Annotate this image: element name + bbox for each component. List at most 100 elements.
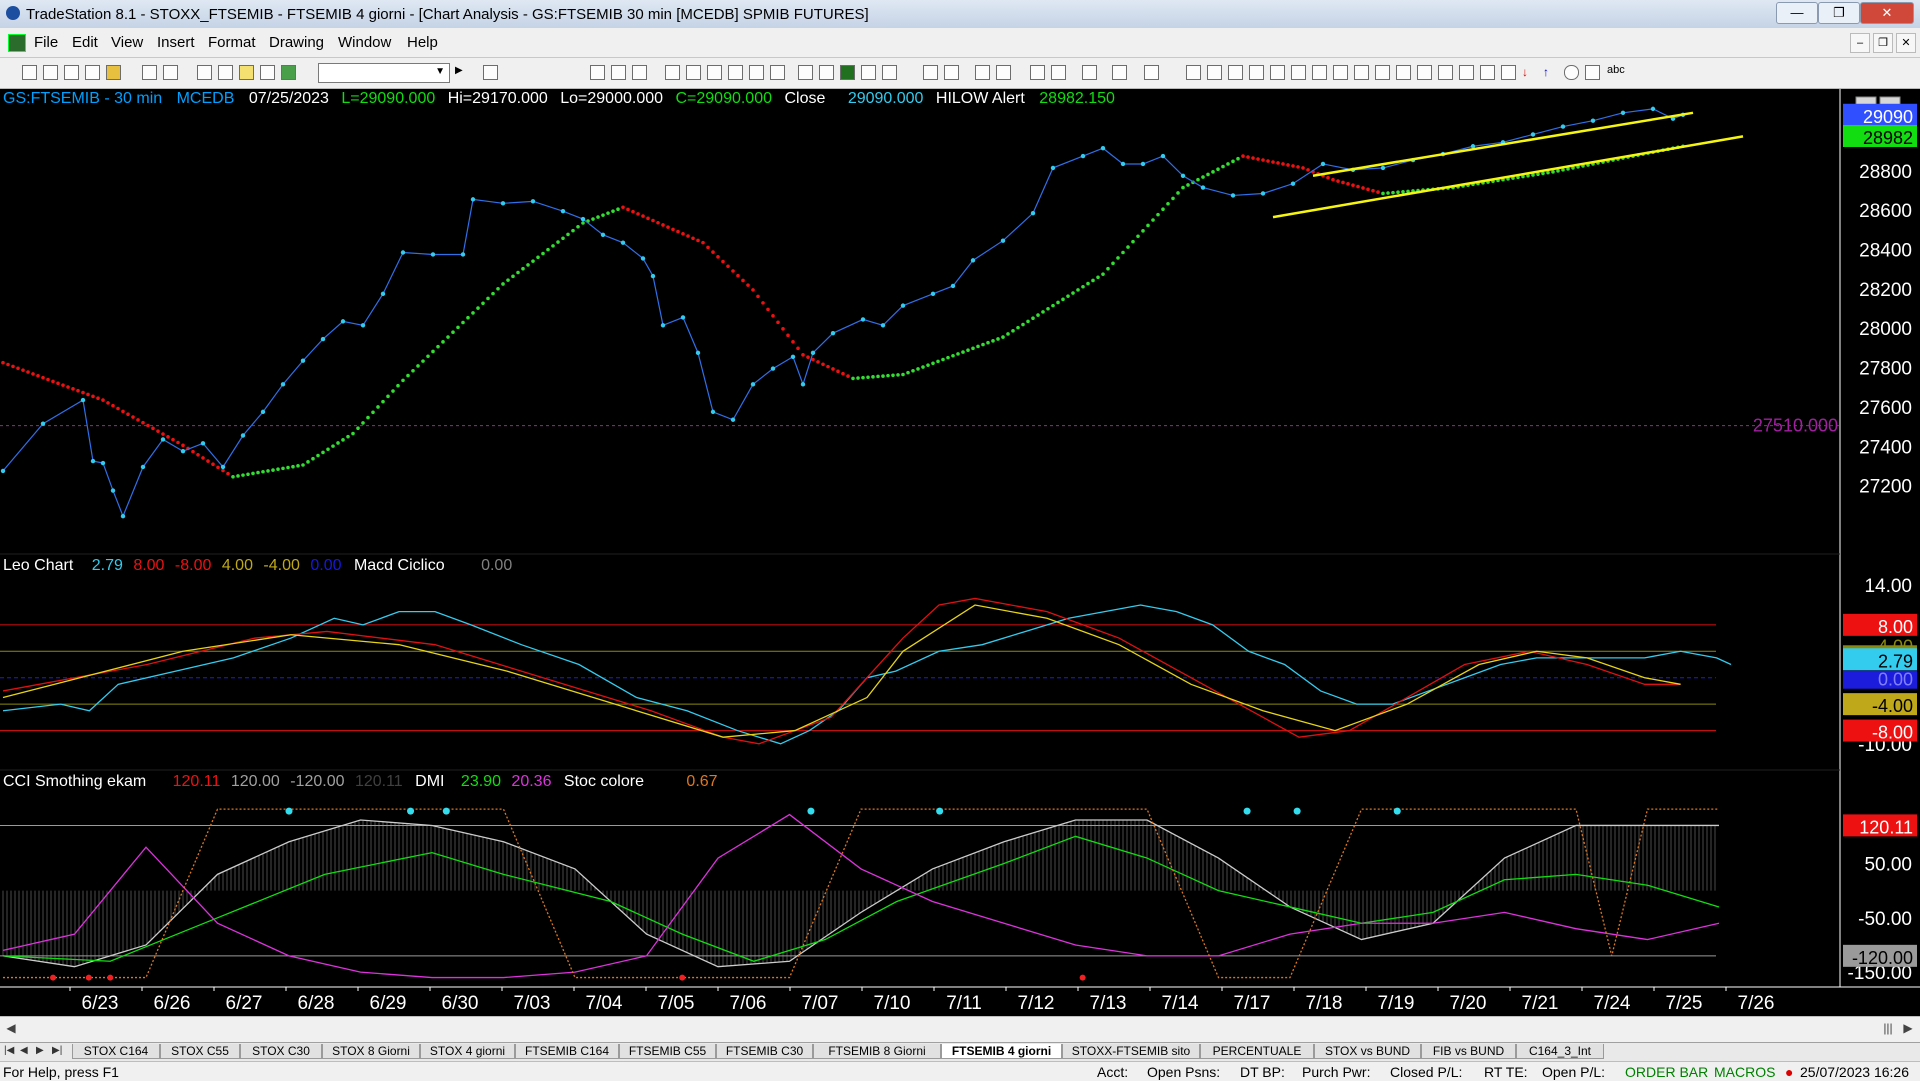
copy-icon[interactable] <box>85 65 100 80</box>
chart-analysis-icon[interactable] <box>749 65 764 80</box>
scroll-left-arrow-icon[interactable]: ◀ <box>3 1021 19 1037</box>
ellipse-icon[interactable] <box>1564 65 1579 80</box>
vertical-lines-icon[interactable] <box>1207 65 1222 80</box>
speed-lines-icon[interactable] <box>1270 65 1285 80</box>
pointer-icon[interactable] <box>1030 65 1045 80</box>
tab-stox-4-giorni[interactable]: STOX 4 giorni <box>420 1044 515 1059</box>
menu-format[interactable]: Format <box>208 34 256 51</box>
scroll-right-icon[interactable] <box>944 65 959 80</box>
minimize-button[interactable]: — <box>1776 2 1818 24</box>
arrow-up-icon[interactable]: ↑ <box>1543 65 1556 79</box>
fib-fan-icon[interactable] <box>1480 65 1495 80</box>
tab-ftsemib-4-giorni[interactable]: FTSEMIB 4 giorni <box>941 1044 1062 1059</box>
text-tool-icon[interactable]: abc <box>1607 64 1625 76</box>
symbol-dropdown[interactable]: ▼ <box>318 63 450 83</box>
tab-stox-vs-bund[interactable]: STOX vs BUND <box>1314 1044 1421 1059</box>
tab-stox-8-giorni[interactable]: STOX 8 Giorni <box>322 1044 420 1059</box>
menu-window[interactable]: Window <box>338 34 391 51</box>
menu-file[interactable]: File <box>34 34 58 51</box>
time-sales-icon[interactable] <box>819 65 834 80</box>
tab-stox-c30[interactable]: STOX C30 <box>240 1044 322 1059</box>
menu-edit[interactable]: Edit <box>72 34 98 51</box>
tab-first-icon[interactable]: |◀ <box>4 1045 14 1056</box>
rectangle-icon[interactable] <box>1585 65 1600 80</box>
find-icon[interactable] <box>483 65 498 80</box>
horizontal-scrollbar[interactable]: ◀ ||| ▶ <box>0 1016 1920 1043</box>
tab-last-icon[interactable]: ▶| <box>52 1045 62 1056</box>
matrix-icon[interactable] <box>770 65 785 80</box>
cycle-lines-icon[interactable] <box>1459 65 1474 80</box>
horizontal-lines-icon[interactable] <box>1228 65 1243 80</box>
tab-fib-vs-bund[interactable]: FIB vs BUND <box>1421 1044 1516 1059</box>
quote-icon[interactable] <box>840 65 855 80</box>
scroll-thumb-icon[interactable]: ||| <box>1880 1021 1896 1037</box>
tab-percentuale[interactable]: PERCENTUALE <box>1200 1044 1314 1059</box>
print-icon[interactable] <box>142 65 157 80</box>
maximize-button[interactable]: ❐ <box>1818 2 1860 24</box>
radar-icon[interactable] <box>728 65 743 80</box>
scroll-right-arrow-icon[interactable]: ▶ <box>1900 1021 1916 1037</box>
new-icon[interactable] <box>22 65 37 80</box>
open-icon[interactable] <box>43 65 58 80</box>
arc-icon[interactable] <box>1438 65 1453 80</box>
scanner-icon[interactable] <box>798 65 813 80</box>
layout-2-icon[interactable] <box>611 65 626 80</box>
arrow-down-icon[interactable]: ↓ <box>1522 65 1535 79</box>
chart-canvas[interactable]: 27200 27400 27600 27800 28000 28200 28400 28600… <box>0 89 1920 1015</box>
menu-help[interactable]: Help <box>407 34 438 51</box>
format-window-icon[interactable] <box>197 65 212 80</box>
tab-prev-icon[interactable]: ◀ <box>20 1045 28 1056</box>
tab-ftsemib-c164[interactable]: FTSEMIB C164 <box>515 1044 619 1059</box>
play-icon[interactable]: ▶ <box>455 65 468 78</box>
scroll-left-icon[interactable] <box>923 65 938 80</box>
menu-insert[interactable]: Insert <box>157 34 195 51</box>
layout-1-icon[interactable] <box>590 65 605 80</box>
insert-indicator-icon[interactable] <box>281 65 296 80</box>
tools-icon[interactable] <box>1082 65 1097 80</box>
tab-ftsemib-8-giorni[interactable]: FTSEMIB 8 Giorni <box>813 1044 941 1059</box>
tab-stox-c164[interactable]: STOX C164 <box>72 1044 160 1059</box>
close-button[interactable]: ✕ <box>1860 2 1914 24</box>
tab-c164-3-int[interactable]: C164_3_Int <box>1516 1044 1604 1059</box>
layout-3-icon[interactable] <box>632 65 647 80</box>
mdi-close-button[interactable]: ✕ <box>1896 33 1916 53</box>
angle-icon[interactable] <box>1354 65 1369 80</box>
bar-spacing-icon[interactable] <box>882 65 897 80</box>
print-preview-icon[interactable] <box>163 65 178 80</box>
order-bar-button[interactable]: ORDER BAR <box>1625 1064 1708 1080</box>
extension-icon[interactable] <box>1375 65 1390 80</box>
fib-retracement-icon[interactable] <box>1249 65 1264 80</box>
window-list-icon[interactable] <box>707 65 722 80</box>
bar-chart-icon[interactable] <box>665 65 680 80</box>
tab-ftsemib-c30[interactable]: FTSEMIB C30 <box>716 1044 813 1059</box>
move-icon[interactable] <box>1051 65 1066 80</box>
tab-next-icon[interactable]: ▶ <box>36 1045 44 1056</box>
tab-ftsemib-c55[interactable]: FTSEMIB C55 <box>619 1044 716 1059</box>
mdi-restore-button[interactable]: ❐ <box>1873 33 1893 53</box>
gann-fan-icon[interactable] <box>1291 65 1306 80</box>
regression-channel-icon[interactable] <box>1333 65 1348 80</box>
lock-icon[interactable] <box>239 65 254 80</box>
andrews-pitchfork-icon[interactable] <box>1312 65 1327 80</box>
tab-stoxx-ftsemib-sito[interactable]: STOXX-FTSEMIB sito <box>1062 1044 1200 1059</box>
save-icon[interactable] <box>106 65 121 80</box>
menu-drawing[interactable]: Drawing <box>269 34 324 51</box>
candle-icon[interactable] <box>686 65 701 80</box>
trendline-icon[interactable] <box>1186 65 1201 80</box>
radar-screen-icon[interactable] <box>1112 65 1127 80</box>
fib-time-icon[interactable] <box>1417 65 1432 80</box>
strategy-icon[interactable] <box>260 65 275 80</box>
parallel-lines-icon[interactable] <box>1396 65 1411 80</box>
new-workspace-icon[interactable] <box>64 65 79 80</box>
mdi-minimize-button[interactable]: – <box>1850 33 1870 53</box>
zoom-in-icon[interactable] <box>975 65 990 80</box>
tray-icon[interactable] <box>1144 65 1159 80</box>
tab-stox-c55[interactable]: STOX C55 <box>160 1044 240 1059</box>
curve-icon[interactable] <box>1501 65 1516 80</box>
zoom-out-icon[interactable] <box>996 65 1011 80</box>
chart-window-icon[interactable] <box>8 34 26 52</box>
data-window-icon[interactable] <box>861 65 876 80</box>
chart-analysis-window[interactable]: 27200 27400 27600 27800 28000 28200 28400 28600… <box>0 89 1920 1015</box>
format-symbol-icon[interactable] <box>218 65 233 80</box>
menu-view[interactable]: View <box>111 34 143 51</box>
